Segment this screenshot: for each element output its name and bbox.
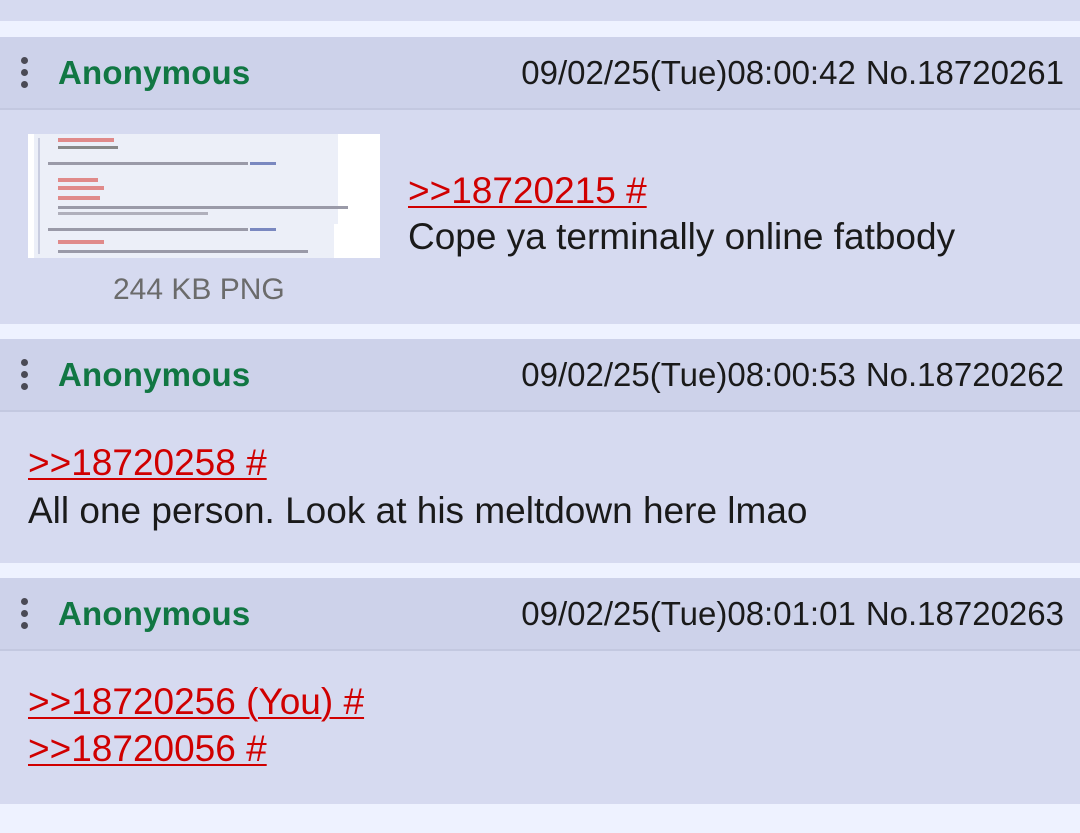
poster-name: Anonymous — [58, 356, 251, 393]
quote-link[interactable]: >>18720056 # — [28, 728, 267, 770]
comment-text: Cope ya terminally online fatbody — [408, 216, 956, 257]
quote-link-you[interactable]: >>18720256 (You) # — [28, 681, 364, 723]
post-datetime: 09/02/25(Tue)08:00:53 — [521, 356, 856, 393]
vertical-ellipsis-icon[interactable] — [18, 57, 30, 91]
post-datetime: 09/02/25(Tue)08:00:42 — [521, 54, 856, 91]
post-header: Anonymous 09/02/25(Tue)08:01:01 No.187202… — [0, 578, 1080, 651]
thread-view: Anonymous 09/02/25(Tue)08:00:42 No.187202… — [0, 0, 1080, 833]
quote-link[interactable]: >>18720215 # — [408, 170, 647, 212]
poster-name: Anonymous — [58, 595, 251, 632]
post-meta: 09/02/25(Tue)08:00:53 No.18720262 — [521, 356, 1064, 394]
vertical-ellipsis-icon[interactable] — [18, 598, 30, 632]
file-info: 244 KB PNG — [113, 273, 285, 306]
post-number[interactable]: No.18720261 — [866, 54, 1064, 91]
post-datetime: 09/02/25(Tue)08:01:01 — [521, 595, 856, 632]
post-number[interactable]: No.18720263 — [866, 595, 1064, 632]
previous-post-edge — [0, 0, 1080, 21]
quote-link[interactable]: >>18720258 # — [28, 442, 267, 484]
post-header: Anonymous 09/02/25(Tue)08:00:53 No.187202… — [0, 339, 1080, 412]
post-number[interactable]: No.18720262 — [866, 356, 1064, 393]
vertical-ellipsis-icon[interactable] — [18, 359, 30, 393]
thumbnail-image — [28, 134, 380, 258]
image-thumbnail[interactable] — [28, 134, 380, 258]
post: Anonymous 09/02/25(Tue)08:00:42 No.187202… — [0, 37, 1080, 324]
poster-name: Anonymous — [58, 54, 251, 91]
post-header: Anonymous 09/02/25(Tue)08:00:42 No.187202… — [0, 37, 1080, 110]
post: Anonymous 09/02/25(Tue)08:01:01 No.187202… — [0, 578, 1080, 804]
post-meta: 09/02/25(Tue)08:01:01 No.18720263 — [521, 595, 1064, 633]
post-meta: 09/02/25(Tue)08:00:42 No.18720261 — [521, 54, 1064, 92]
comment-text: All one person. Look at his meltdown her… — [28, 490, 808, 531]
post: Anonymous 09/02/25(Tue)08:00:53 No.187202… — [0, 339, 1080, 563]
